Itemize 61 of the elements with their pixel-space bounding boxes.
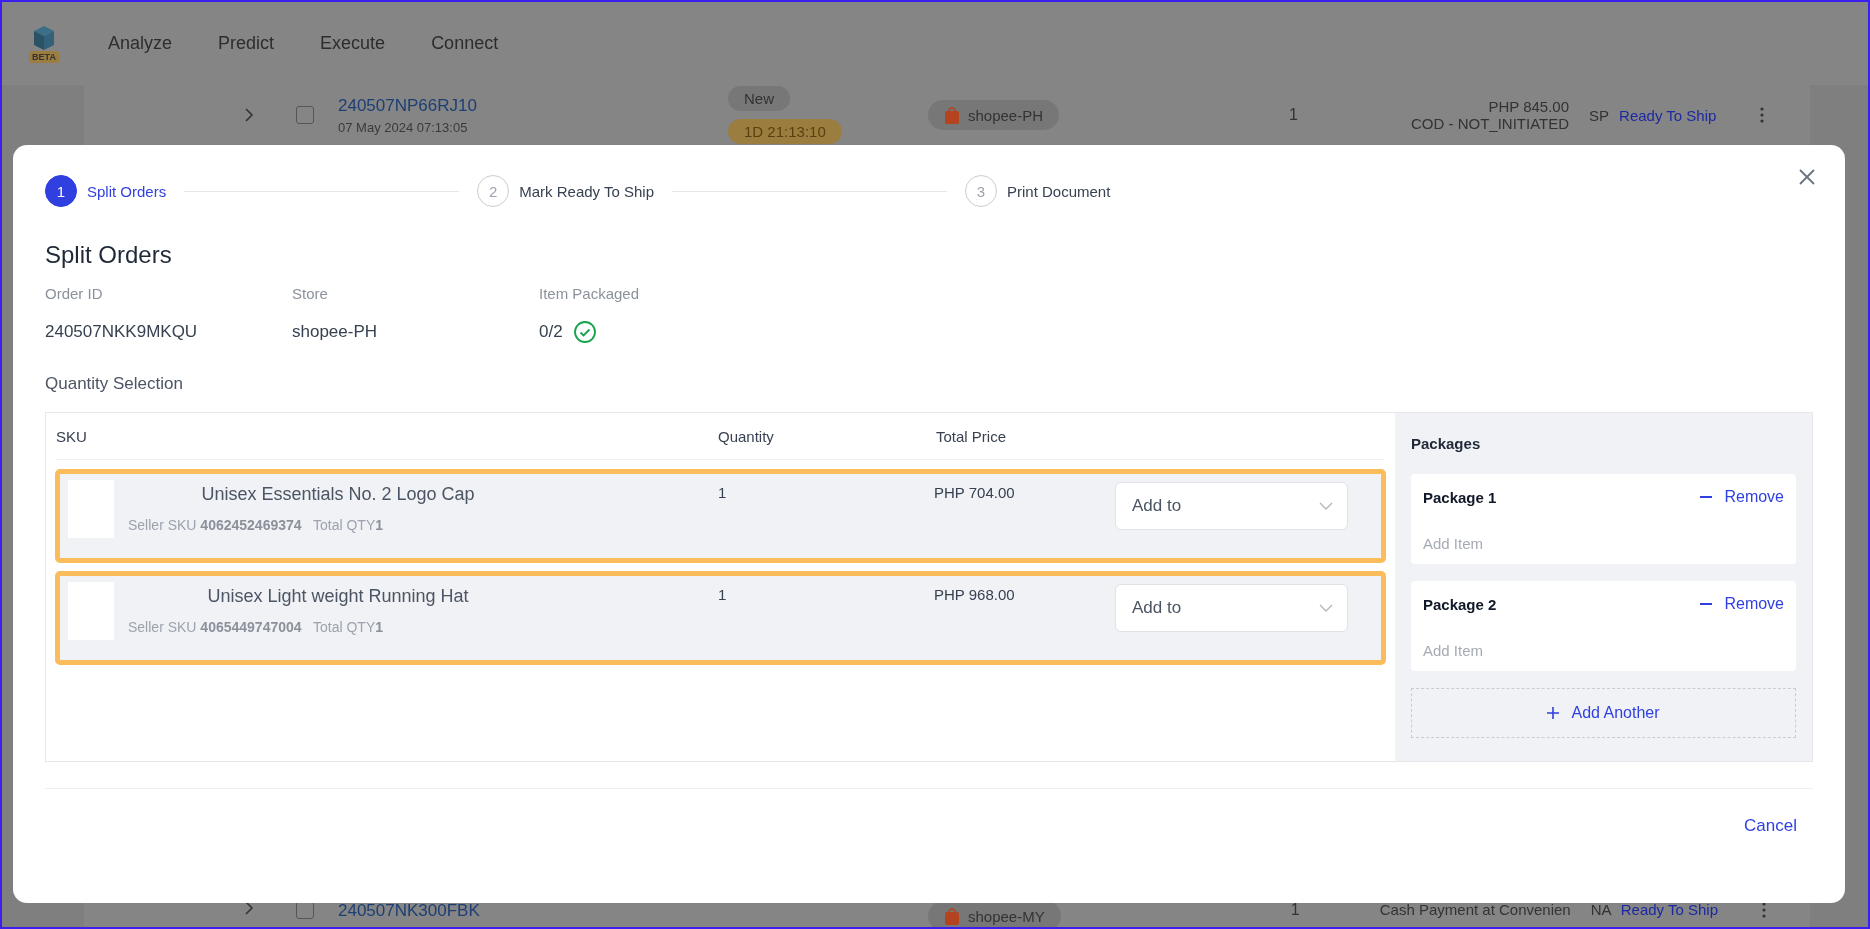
store-chip: shopee-MY [928, 901, 1061, 927]
add-item-field[interactable]: Add Item [1423, 535, 1623, 552]
quantity-cell-text: 1 [718, 585, 728, 603]
quantity-text: 1 [1290, 901, 1301, 919]
nav-link[interactable]: Execute [320, 33, 386, 54]
timer-badge: 1D 21:13:10 [728, 119, 842, 144]
cube-logo-icon [32, 24, 56, 51]
payment-text: COD - NOT_INITIATED [1411, 115, 1570, 132]
order-date: 07 May 2024 07:13:05 [338, 119, 469, 135]
column-text: SP [1589, 106, 1611, 124]
add-to-dropdown[interactable]: Add to [1115, 584, 1348, 632]
shopping-bag-icon [944, 106, 960, 124]
minus-icon [1700, 603, 1713, 605]
nav-link[interactable]: Predict [218, 33, 275, 54]
price-text: PHP 845.00 [1488, 98, 1570, 115]
remove-button[interactable]: Remove [1700, 595, 1784, 613]
product-name: Unisex Essentials No. 2 Logo Cap [200, 484, 476, 505]
checkbox[interactable] [296, 106, 314, 124]
nav-link[interactable]: Analyze [108, 33, 173, 54]
remove-button[interactable]: Remove [1700, 488, 1784, 506]
quantity-text: 1 [1289, 106, 1299, 124]
dialog-title: Split Orders [45, 241, 173, 269]
beta-badge: BETA [29, 50, 59, 63]
step-tab[interactable]: 2 Mark Ready To Ship [477, 175, 654, 207]
field-value: 0/2 [539, 322, 563, 342]
chevron-down-icon [1319, 604, 1333, 612]
chevron-down-icon [1319, 502, 1333, 510]
check-circle-icon [572, 320, 597, 344]
field-value: shopee-PH [292, 322, 378, 342]
nav-link[interactable]: Connect [431, 33, 499, 54]
column-header: Total Price [936, 427, 1008, 445]
package-name: Package 1 [1423, 488, 1497, 506]
close-icon[interactable] [1797, 167, 1817, 187]
price-cell-text: PHP 968.00 [934, 585, 1016, 603]
minus-icon [1700, 496, 1713, 498]
field-label: Order ID [45, 285, 104, 302]
sku-details: Seller SKU 4065449747004 Total QTY1 [127, 619, 385, 635]
section-title: Quantity Selection [45, 374, 184, 394]
package-name: Package 2 [1423, 595, 1497, 613]
quantity-cell-text: 1 [718, 483, 728, 501]
step-tab[interactable]: 3 Print Document [965, 175, 1111, 207]
column-text: NA [1590, 901, 1613, 918]
payment-text: Cash Payment at Convenien [1379, 901, 1571, 918]
field-label: Store [292, 285, 329, 302]
store-chip: shopee-PH [928, 100, 1060, 130]
status-badge: New [728, 86, 790, 111]
add-to-dropdown[interactable]: Add to [1115, 482, 1348, 530]
column-header: Quantity [718, 427, 775, 445]
sku-details: Seller SKU 4062452469374 Total QTY1 [127, 517, 385, 533]
cancel-button[interactable]: Cancel [1738, 815, 1803, 837]
add-item-field[interactable]: Add Item [1423, 642, 1623, 659]
step-tab[interactable]: 1 Split Orders [45, 175, 167, 207]
add-another-button[interactable]: Add Another [1411, 688, 1796, 738]
field-label: Item Packaged [539, 285, 641, 302]
plus-icon [1547, 707, 1560, 719]
product-name: Unisex Light weight Running Hat [206, 586, 470, 607]
shopping-bag-icon [944, 907, 960, 925]
packages-title: Packages [1411, 435, 1482, 452]
price-cell-text: PHP 704.00 [934, 483, 1016, 501]
column-header: SKU [56, 427, 88, 445]
field-value: 240507NKK9MKQU [45, 322, 198, 342]
